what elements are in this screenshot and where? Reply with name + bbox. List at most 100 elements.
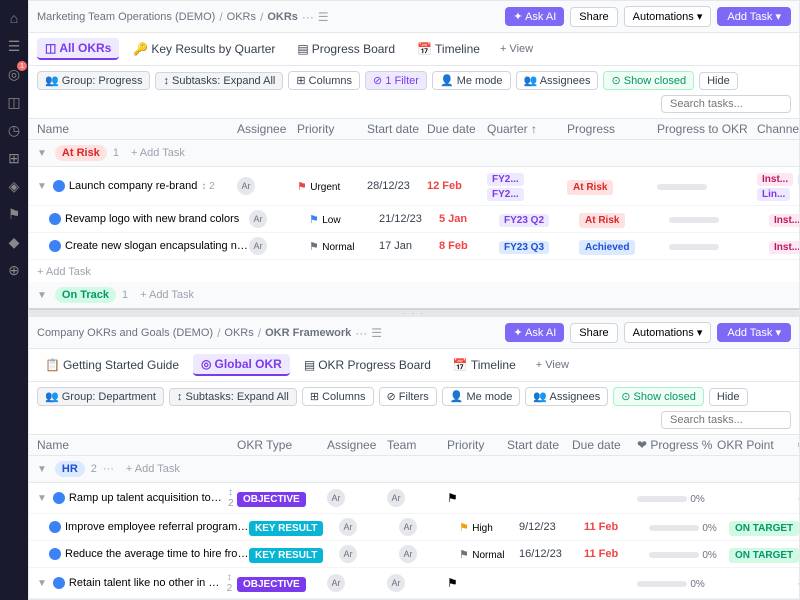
filter-columns-p2[interactable]: ⊞ Columns — [302, 387, 374, 406]
breadcrumb-marketing[interactable]: Marketing Team Operations (DEMO) — [37, 11, 215, 23]
filter-show-closed-p2[interactable]: ⊙ Show closed — [613, 387, 704, 406]
filter-me-mode[interactable]: 👤 Me mode — [432, 71, 511, 90]
more-icon[interactable]: ··· — [797, 491, 799, 505]
sidebar-plus-icon[interactable]: ⊕ — [4, 260, 24, 280]
task-name-hire[interactable]: Reduce the average time to hire from 45 … — [49, 548, 249, 560]
task-name-ramp[interactable]: ▼ Ramp up talent acquisition to strength… — [37, 487, 237, 509]
automations-button[interactable]: Automations ▾ — [624, 6, 712, 27]
add-task-row[interactable]: + Add Task — [29, 260, 799, 282]
col-team: Team — [387, 438, 447, 452]
task-priority-p2: ⚑ — [447, 491, 507, 505]
ask-ai-button[interactable]: ✦ Ask AI — [505, 7, 564, 26]
task-name-slogan[interactable]: Create new slogan encapsulating new ... — [49, 240, 249, 252]
task-quarter: FY2... FY2... — [487, 171, 567, 201]
filter-show-closed[interactable]: ⊙ Show closed — [603, 71, 694, 90]
expand-icon[interactable]: ▼ — [37, 578, 47, 589]
filter-hide[interactable]: Hide — [699, 72, 738, 90]
sidebar-notifications-icon[interactable]: ◎ 1 — [4, 64, 24, 84]
tab-key-icon: 🔑 — [133, 42, 148, 56]
quarter-tag: FY23 Q3 — [499, 241, 549, 254]
tab-progress-board[interactable]: ▤ Progress Board — [289, 39, 403, 59]
breadcrumb-company[interactable]: Company OKRs and Goals (DEMO) — [37, 327, 213, 339]
breadcrumb-framework[interactable]: OKR Framework — [265, 327, 351, 339]
group-at-risk-chevron[interactable]: ▼ — [37, 148, 47, 159]
breadcrumb-okrs[interactable]: OKRs — [227, 11, 256, 23]
add-task-button[interactable]: Add Task ▾ — [717, 7, 791, 26]
group-hr-count: 2 — [91, 463, 97, 475]
task-name-referral[interactable]: Improve employee referral program share … — [49, 521, 249, 533]
tab-add-view-p2[interactable]: + View — [530, 356, 575, 374]
task-name-revamp[interactable]: Revamp logo with new brand colors — [49, 213, 249, 225]
priority-flag-icon: ⚑ — [447, 576, 458, 590]
share-button[interactable]: Share — [570, 7, 617, 27]
breadcrumb-okrs-p2[interactable]: OKRs — [224, 327, 253, 339]
hamburger-icon[interactable]: ☰ — [318, 10, 329, 24]
more-icon-p2[interactable]: ··· — [355, 326, 367, 340]
filter-subtasks-p2[interactable]: ↕ Subtasks: Expand All — [169, 388, 297, 406]
group-on-track-add[interactable]: + Add Task — [140, 289, 194, 301]
sidebar-home-icon[interactable]: ⌂ — [4, 8, 24, 28]
search-input-p2[interactable] — [661, 411, 791, 429]
sidebar-views-icon[interactable]: ◫ — [4, 92, 24, 112]
task-more[interactable]: ··· — [797, 576, 799, 590]
tab-okr-progress[interactable]: ▤ OKR Progress Board — [296, 355, 439, 375]
tab-global-okr[interactable]: ◎ Global OKR — [193, 354, 290, 376]
sidebar-diamond-icon[interactable]: ◆ — [4, 232, 24, 252]
sidebar-clock-icon[interactable]: ◷ — [4, 120, 24, 140]
group-on-track-chevron[interactable]: ▼ — [37, 290, 47, 301]
tab-getting-started[interactable]: 📋 Getting Started Guide — [37, 355, 187, 375]
filter-subtasks[interactable]: ↕ Subtasks: Expand All — [155, 72, 283, 90]
group-hr-dots[interactable]: ··· — [103, 463, 114, 475]
filter-me-mode-p2[interactable]: 👤 Me mode — [442, 387, 521, 406]
priority-icon: ⚑ — [309, 241, 319, 253]
task-status: Achieved — [579, 239, 669, 253]
expand-icon[interactable]: ▼ — [37, 181, 47, 192]
task-status-icon — [53, 577, 65, 589]
filter-filters-p2[interactable]: ⊘ Filters — [379, 387, 437, 406]
group-at-risk-badge: At Risk — [55, 145, 107, 161]
share-button-p2[interactable]: Share — [570, 323, 617, 343]
filter-group[interactable]: 👥 Group: Progress — [37, 71, 150, 90]
tab-timeline-p2[interactable]: 📅 Timeline — [445, 355, 524, 375]
group-hr-chevron[interactable]: ▼ — [37, 464, 47, 475]
expand-icon[interactable]: ▼ — [37, 493, 47, 504]
task-start-p2: 9/12/23 — [519, 521, 584, 533]
filter-assignees-p2[interactable]: 👥 Assignees — [525, 387, 608, 406]
tab-key-results[interactable]: 🔑 Key Results by Quarter — [125, 39, 283, 59]
task-name-retain[interactable]: ▼ Retain talent like no other in our ind… — [37, 572, 237, 594]
ask-ai-button-p2[interactable]: ✦ Ask AI — [505, 323, 564, 342]
task-name-launch[interactable]: ▼ Launch company re-brand ↕ 2 — [37, 180, 237, 192]
quarter-tag: FY2... — [487, 173, 524, 186]
group-hr-add[interactable]: + Add Task — [126, 463, 180, 475]
sidebar-flag-icon[interactable]: ⚑ — [4, 204, 24, 224]
group-at-risk-add[interactable]: + Add Task — [131, 147, 185, 159]
task-okr-status: ON TARGET — [729, 547, 799, 561]
okr-type-badge: OBJECTIVE — [237, 492, 306, 507]
avatar: Ar — [249, 210, 267, 228]
progress-bar — [669, 244, 719, 250]
breadcrumb-okrs2[interactable]: OKRs — [267, 11, 298, 23]
sidebar-nav-icon[interactable]: ☰ — [4, 36, 24, 56]
tab-add-view[interactable]: + View — [494, 40, 539, 58]
col-priority-p2: Priority — [447, 438, 507, 452]
filter-columns[interactable]: ⊞ Columns — [288, 71, 360, 90]
filter-hide-p2[interactable]: Hide — [709, 388, 748, 406]
search-input[interactable] — [661, 95, 791, 113]
hamburger-icon-p2[interactable]: ☰ — [371, 326, 382, 340]
add-task-button-p2[interactable]: Add Task ▾ — [717, 323, 791, 342]
sidebar-grid-icon[interactable]: ⊞ — [4, 148, 24, 168]
filter-group-p2[interactable]: 👥 Group: Department — [37, 387, 164, 406]
filter-filter[interactable]: ⊘ 1 Filter — [365, 71, 427, 90]
task-progress-p2: 0% — [649, 547, 729, 561]
tab-timeline[interactable]: 📅 Timeline — [409, 39, 488, 59]
task-status-icon — [53, 492, 65, 504]
pane1-content: ▼ At Risk 1 + Add Task ▼ Launch company … — [29, 140, 799, 308]
more-icon[interactable]: ··· — [302, 10, 314, 24]
tab-all-okrs[interactable]: ◫ All OKRs — [37, 38, 119, 60]
priority-icon: ⚑ — [297, 181, 307, 193]
more-icon[interactable]: ··· — [797, 576, 799, 590]
automations-button-p2[interactable]: Automations ▾ — [624, 322, 712, 343]
filter-assignees[interactable]: 👥 Assignees — [516, 71, 599, 90]
task-more[interactable]: ··· — [797, 491, 799, 505]
sidebar-checklist-icon[interactable]: ◈ — [4, 176, 24, 196]
